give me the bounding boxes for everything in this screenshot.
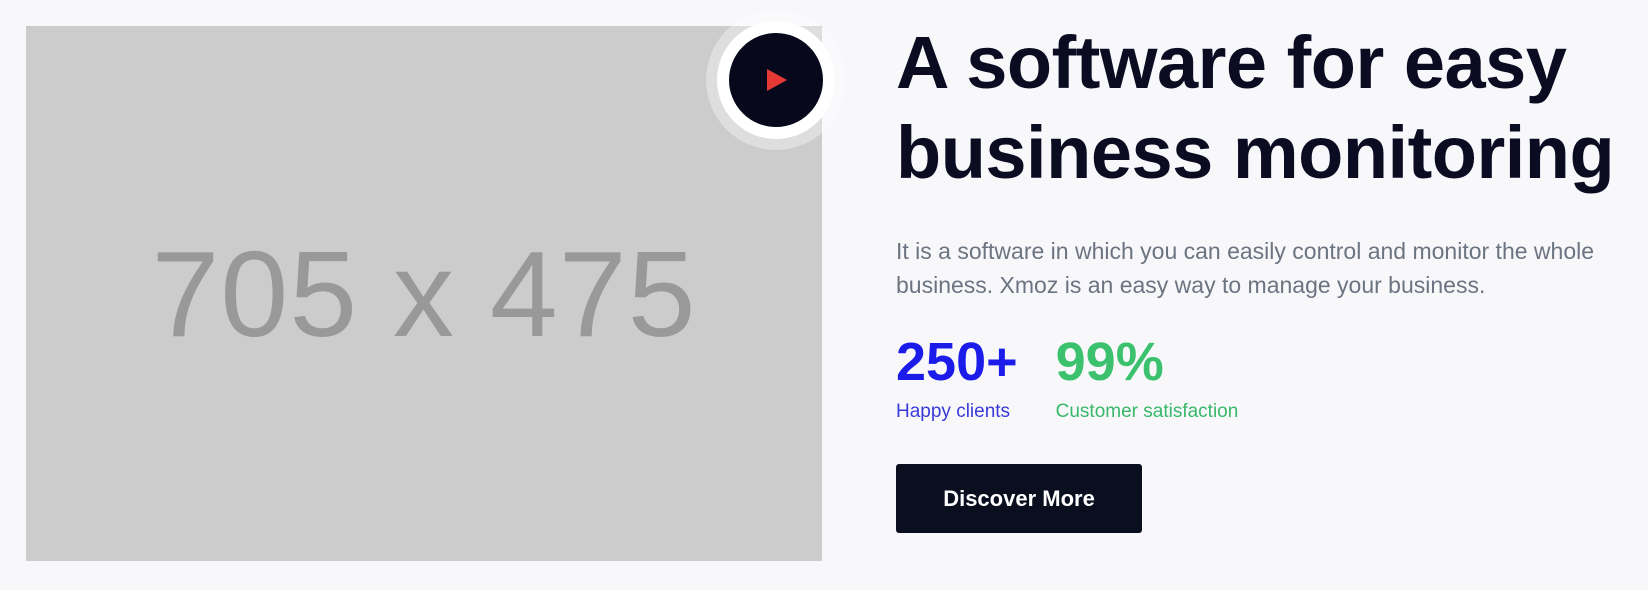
hero-content: A software for easy business monitoring … bbox=[896, 18, 1636, 533]
about-section: 705 x 475 A software for easy business m… bbox=[0, 0, 1648, 590]
play-button-ring bbox=[706, 10, 846, 150]
play-video-button[interactable] bbox=[717, 21, 835, 139]
hero-description: It is a software in which you can easily… bbox=[896, 238, 1595, 298]
page-title: A software for easy business monitoring bbox=[896, 18, 1636, 198]
stat-label: Happy clients bbox=[896, 401, 1011, 422]
image-placeholder-text: 705 x 475 bbox=[151, 225, 697, 362]
title-line-2: business monitoring bbox=[896, 111, 1615, 194]
stat-label: Customer satisfaction bbox=[1055, 401, 1239, 422]
stat-value: 99% bbox=[1055, 332, 1164, 392]
discover-more-button[interactable]: Discover More bbox=[896, 464, 1142, 533]
play-icon bbox=[767, 69, 787, 91]
stat-value: 250+ bbox=[896, 332, 1018, 392]
stat-customer-satisfaction: 99% Customer satisfaction bbox=[1056, 332, 1239, 424]
stat-happy-clients: 250+ Happy clients bbox=[896, 332, 1018, 424]
stats-row: 250+ Happy clients 99% Customer satisfac… bbox=[896, 332, 1636, 424]
title-line-1: A software for easy bbox=[896, 21, 1567, 104]
video-thumbnail: 705 x 475 bbox=[26, 26, 822, 561]
